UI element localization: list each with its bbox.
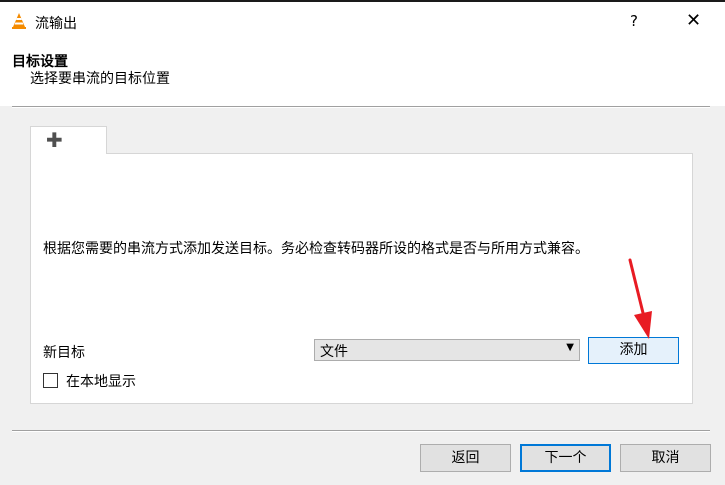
footer-divider <box>12 430 710 432</box>
window-title: 流输出 <box>35 16 77 32</box>
red-arrow-annotation <box>628 258 652 339</box>
page-subtitle: 选择要串流的目标位置 <box>30 71 170 87</box>
back-button[interactable]: 返回 <box>420 444 511 472</box>
select-value: 文件 <box>320 344 348 360</box>
header-divider <box>12 106 710 108</box>
local-display-checkbox[interactable] <box>43 373 58 388</box>
new-target-label: 新目标 <box>43 345 85 361</box>
chevron-down-icon: ▼ <box>566 342 574 353</box>
tab-add-destination[interactable]: ✚ <box>30 126 107 154</box>
destination-type-select[interactable]: 文件 ▼ <box>314 339 580 361</box>
destination-panel <box>30 153 693 404</box>
help-button[interactable]: ? <box>630 12 638 30</box>
close-button[interactable]: ✕ <box>686 10 701 31</box>
next-button[interactable]: 下一个 <box>520 444 611 472</box>
vlc-cone-icon <box>12 13 26 29</box>
wizard-header: 目标设置 选择要串流的目标位置 <box>0 40 725 106</box>
instruction-text: 根据您需要的串流方式添加发送目标。务必检查转码器所设的格式是否与所用方式兼容。 <box>43 241 589 257</box>
local-display-label: 在本地显示 <box>66 374 136 390</box>
cancel-button[interactable]: 取消 <box>620 444 711 472</box>
plus-icon: ✚ <box>46 128 63 152</box>
title-bar: 流输出 ? ✕ <box>0 0 725 40</box>
